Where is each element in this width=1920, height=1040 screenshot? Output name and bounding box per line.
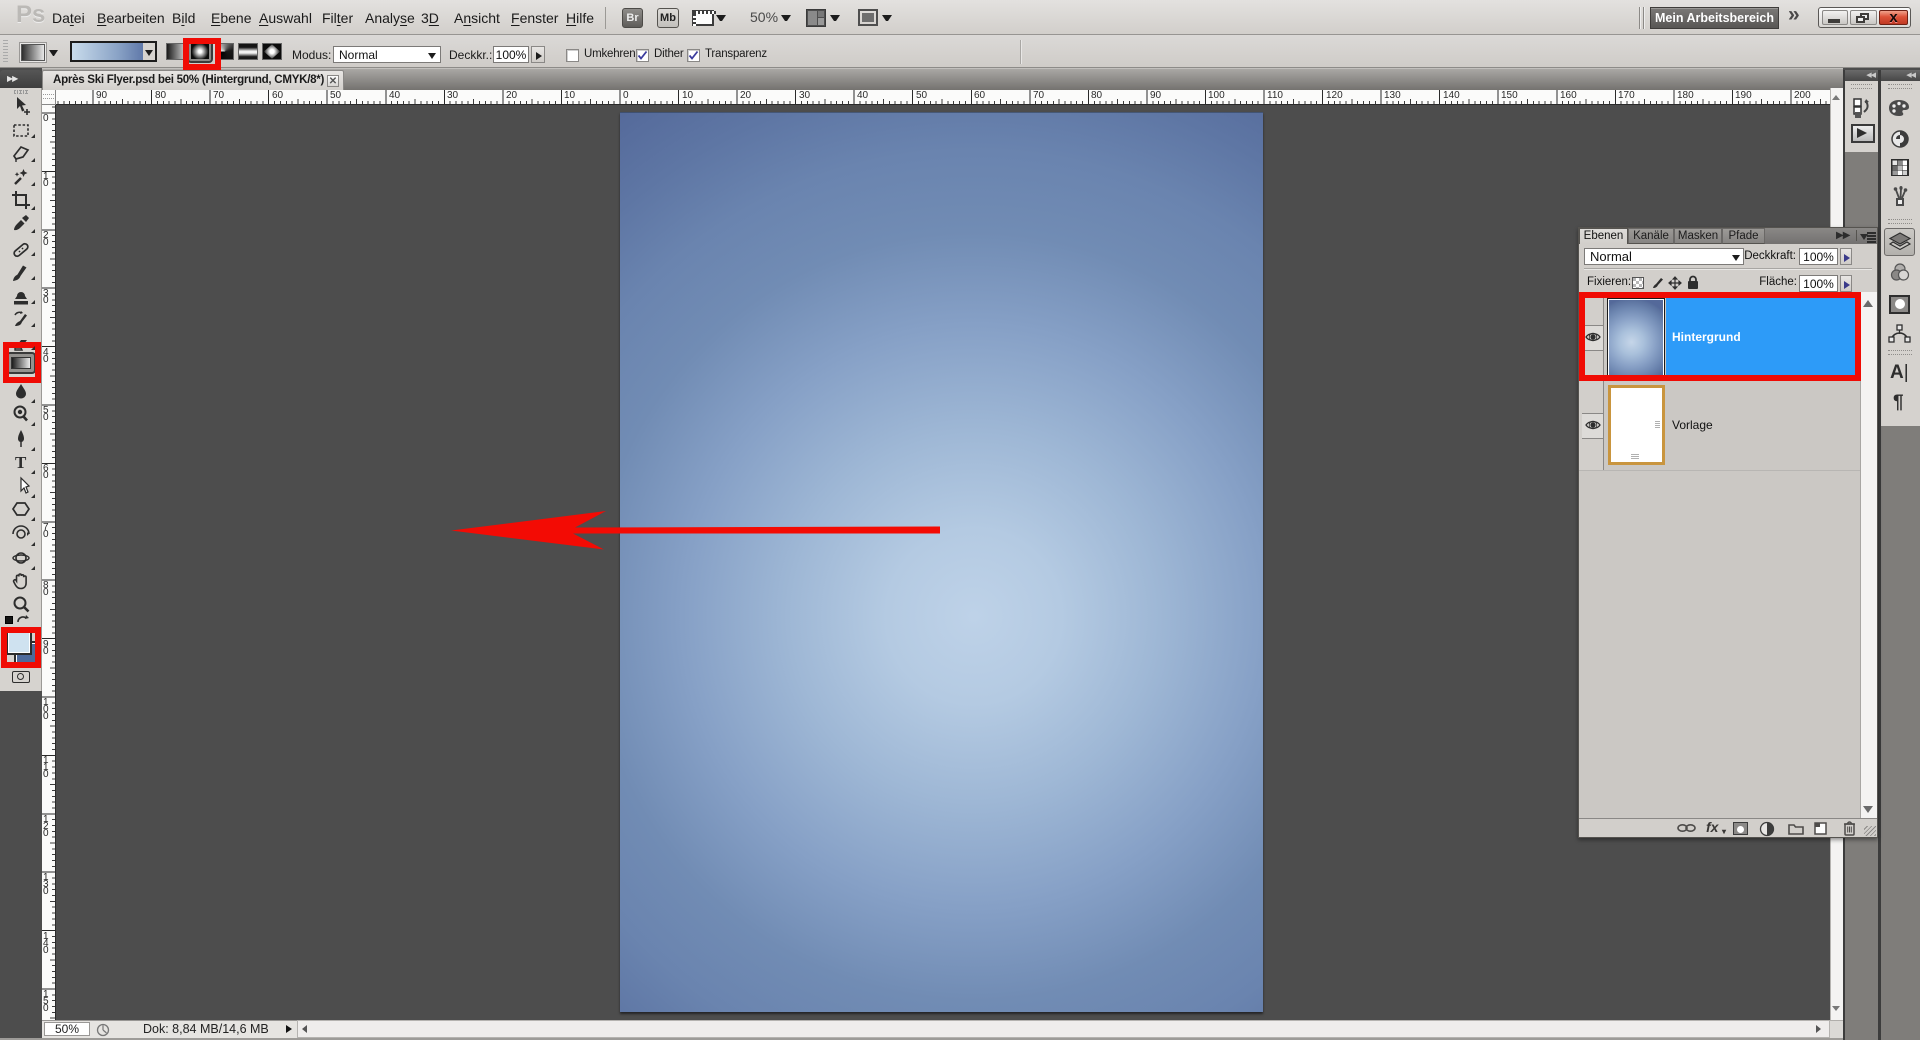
svg-text:T: T	[15, 453, 27, 472]
